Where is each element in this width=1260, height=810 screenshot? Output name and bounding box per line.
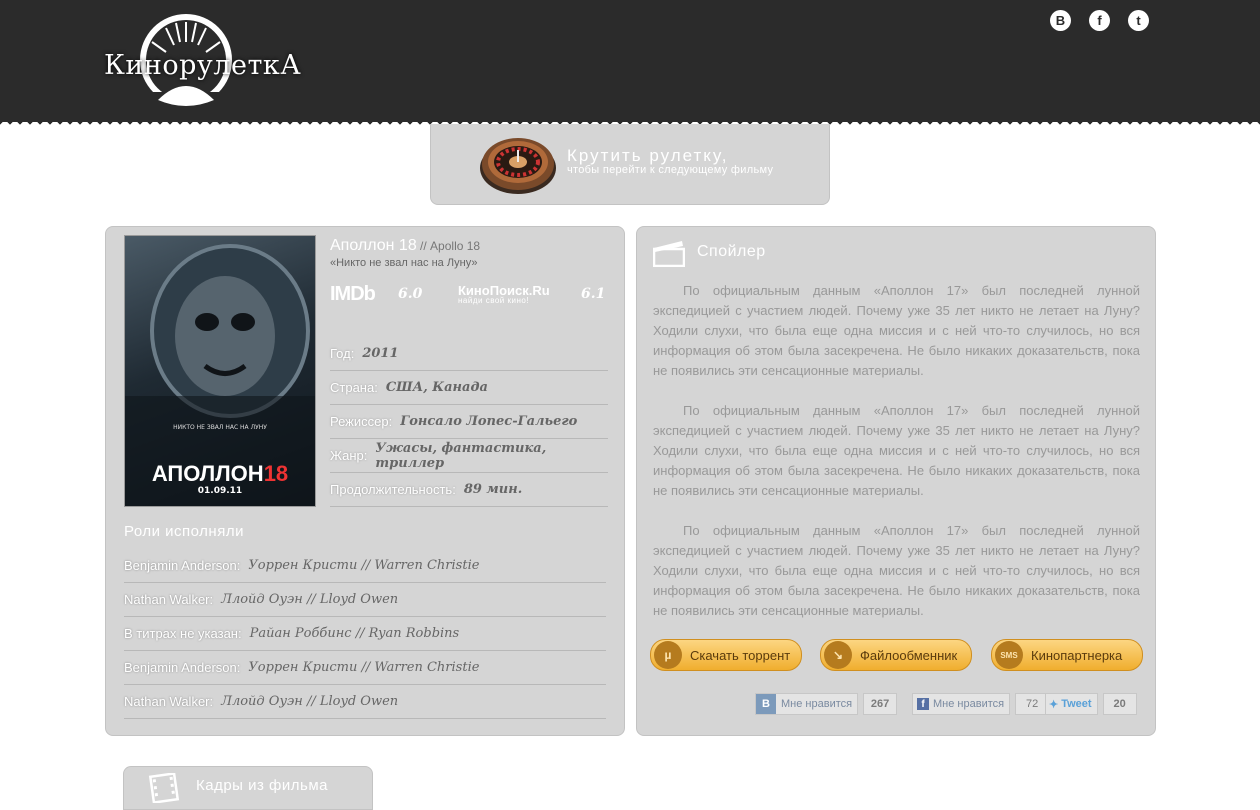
roles-heading: Роли исполняли [124,523,244,540]
frames-heading: Кадры из фильма [196,777,328,794]
vk-like-count: 267 [863,693,898,715]
detail-row: Режиссер: Гонсало Лопес-Гальего [330,405,608,439]
cast-row: Benjamin Anderson: Уоррен Кристи // Warre… [124,651,606,685]
movie-info-panel: НИКТО НЕ ЗВАЛ НАС НА ЛУНУ АПОЛЛОН18 01.0… [105,226,625,736]
cast-row: Nathan Walker: Ллойд Оуэн // Lloyd Owen [124,685,606,719]
vk-like-button[interactable]: В Мне нравится [755,693,859,715]
spin-roulette-button[interactable]: Крутить рулетку, чтобы перейти к следующ… [430,124,830,205]
movie-title: Аполлон 18 // Apollo 18 [330,237,481,254]
header: КинорулеткА В f t [0,0,1260,122]
movie-poster: НИКТО НЕ ЗВАЛ НАС НА ЛУНУ АПОЛЛОН18 01.0… [124,235,316,507]
facebook-icon[interactable]: f [1089,10,1110,31]
poster-title: АПОЛЛОН18 [151,461,289,486]
spin-subtitle: чтобы перейти к следующему фильму [567,164,774,176]
facebook-icon: f [917,698,929,710]
cast-list: Benjamin Anderson: Уоррен Кристи // Warre… [124,549,606,719]
sms-icon: SMS [995,641,1023,669]
spoiler-paragraph: По официальным данным «Аполлон 17» был п… [653,403,1140,498]
roulette-wheel-icon [480,138,556,194]
ratings: IMDb 6.0 КиноПоиск.Ru найди свой кино! 6.… [330,283,606,309]
tweet-widget: ✦ Tweet 20 [1045,693,1137,715]
detail-row: Жанр: Ужасы, фантастика, триллер [330,439,608,473]
clapperboard-icon [653,241,685,267]
kinopoisk-rating: 6.1 [581,286,606,302]
vk-icon[interactable]: В [1050,10,1071,31]
imdb-rating: 6.0 [398,286,423,302]
kinopoisk-logo[interactable]: КиноПоиск.Ru найди свой кино! [458,283,550,305]
twitter-icon[interactable]: t [1128,10,1149,31]
site-logo[interactable]: КинорулеткА [104,12,301,108]
imdb-logo[interactable]: IMDb [330,283,376,306]
detail-row: Страна: США, Канада [330,371,608,405]
twitter-bird-icon: ✦ [1049,698,1059,711]
spin-title: Крутить рулетку, [567,146,729,165]
spoiler-heading: Спойлер [697,243,766,260]
filehost-button[interactable]: ↘ Файлообменник [820,639,972,671]
spoiler-text: По официальным данным «Аполлон 17» был п… [653,281,1140,641]
poster-tagline: НИКТО НЕ ЗВАЛ НАС НА ЛУНУ [173,424,267,431]
spoiler-panel: Спойлер По официальным данным «Аполлон 1… [636,226,1156,736]
cast-row: Benjamin Anderson: Уоррен Кристи // Warre… [124,549,606,583]
logo-text: КинорулеткА [104,50,302,81]
fb-like-count: 72 [1015,693,1050,715]
spoiler-paragraph: По официальным данным «Аполлон 17» был п… [653,523,1140,618]
torrent-icon: µ [654,641,682,669]
social-links: В f t [1050,10,1149,31]
tweet-button[interactable]: ✦ Tweet [1045,693,1098,715]
cast-row: Nathan Walker: Ллойд Оуэн // Lloyd Owen [124,583,606,617]
detail-row: Продолжительность: 89 мин. [330,473,608,507]
movie-frames-tab[interactable]: Кадры из фильма [123,766,373,810]
cast-row: В титрах не указан: Райан Роббинс // Ryan… [124,617,606,651]
film-strip-icon [148,773,180,803]
vk-icon: В [756,694,776,714]
movie-tagline: «Никто не звал нас на Луну» [330,257,478,269]
spoiler-paragraph: По официальным данным «Аполлон 17» был п… [653,283,1140,378]
download-arrow-icon: ↘ [824,641,852,669]
poster-date: 01.09.11 [197,486,243,496]
movie-details: Год: 2011 Страна: США, Канада Режиссер: Гон… [330,337,608,507]
fb-like-button[interactable]: f Мне нравится [912,693,1011,715]
detail-row: Год: 2011 [330,337,608,371]
download-torrent-button[interactable]: µ Скачать торрент [650,639,802,671]
fb-like-widget: f Мне нравится 72 [912,693,1050,715]
vk-like-widget: В Мне нравится 267 [755,693,898,715]
kinopartner-button[interactable]: SMS Кинопартнерка [991,639,1143,671]
movie-original-title: // Apollo 18 [416,239,481,253]
tweet-count: 20 [1102,693,1137,715]
